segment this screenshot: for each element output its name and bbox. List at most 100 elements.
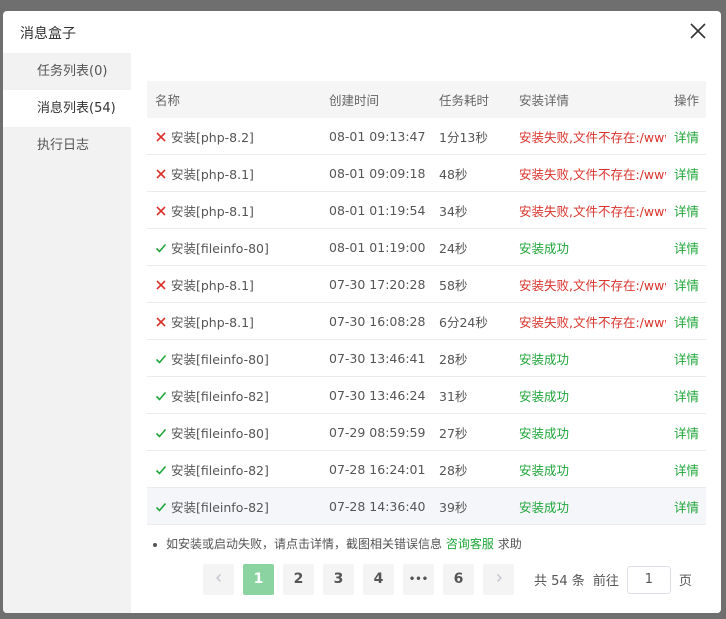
cell-duration: 24秒 bbox=[431, 228, 511, 266]
success-check-icon bbox=[155, 465, 167, 475]
cell-install-detail: 安装成功 bbox=[511, 376, 666, 414]
cell-action: 详情 bbox=[666, 302, 706, 340]
message-box-dialog: 消息盒子 任务列表(0) 消息列表(54) 执行日志 名称 创建时间 任务耗时 … bbox=[3, 11, 721, 613]
cell-duration: 31秒 bbox=[431, 376, 511, 414]
detail-link[interactable]: 详情 bbox=[674, 315, 699, 330]
cell-action: 详情 bbox=[666, 228, 706, 266]
cell-action: 详情 bbox=[666, 413, 706, 451]
column-header-action: 操作 bbox=[666, 81, 706, 118]
page-unit-label: 页 bbox=[678, 574, 692, 589]
table-row: 安装[php-8.1] 08-01 01:19:54 34秒 安装失败,文件不存在:/… bbox=[147, 191, 706, 229]
cell-duration: 58秒 bbox=[431, 265, 511, 303]
success-check-icon bbox=[155, 502, 167, 512]
task-name: 安装[php-8.1] bbox=[171, 166, 254, 182]
detail-link[interactable]: 详情 bbox=[674, 241, 699, 256]
main-panel: 名称 创建时间 任务耗时 安装详情 操作 安装[php-8.2] 08-01 09… bbox=[131, 53, 721, 613]
chevron-left-icon bbox=[215, 574, 221, 582]
cell-created-time: 08-01 09:09:18 bbox=[321, 154, 431, 192]
sidebar-item-execution-log[interactable]: 执行日志 bbox=[3, 127, 131, 164]
table-row: 安装[php-8.1] 07-30 17:20:28 58秒 安装失败,文件不存在:/… bbox=[147, 265, 706, 303]
page-1-button[interactable]: 1 bbox=[243, 564, 274, 595]
fail-x-icon bbox=[156, 279, 166, 290]
sidebar-item-task-list[interactable]: 任务列表(0) bbox=[3, 53, 131, 90]
cell-action: 详情 bbox=[666, 339, 706, 377]
cell-created-time: 07-30 13:46:24 bbox=[321, 376, 431, 414]
cell-created-time: 07-30 13:46:41 bbox=[321, 339, 431, 377]
bullet-dot bbox=[153, 542, 157, 547]
task-name: 安装[fileinfo-80] bbox=[171, 351, 269, 367]
goto-label: 前往 bbox=[592, 574, 619, 589]
next-page-button[interactable] bbox=[483, 564, 514, 595]
table-row: 安装[php-8.1] 07-30 16:08:28 6分24秒 安装失败,文件不存在… bbox=[147, 302, 706, 340]
cell-name: 安装[php-8.2] bbox=[147, 118, 321, 155]
cell-duration: 28秒 bbox=[431, 450, 511, 488]
detail-link[interactable]: 详情 bbox=[674, 500, 699, 515]
sidebar-item-message-list[interactable]: 消息列表(54) bbox=[3, 90, 131, 127]
table-row: 安装[fileinfo-82] 07-28 16:24:01 28秒 安装成功 详情 bbox=[147, 450, 706, 488]
cell-name: 安装[fileinfo-82] bbox=[147, 450, 321, 488]
table-row: 安装[php-8.1] 08-01 09:09:18 48秒 安装失败,文件不存在:/… bbox=[147, 154, 706, 192]
page-2-button[interactable]: 2 bbox=[283, 564, 314, 595]
task-name: 安装[fileinfo-82] bbox=[171, 462, 269, 478]
detail-link[interactable]: 详情 bbox=[674, 130, 699, 145]
detail-link[interactable]: 详情 bbox=[674, 167, 699, 182]
success-check-icon bbox=[155, 391, 167, 401]
task-name: 安装[fileinfo-82] bbox=[171, 499, 269, 515]
detail-link[interactable]: 详情 bbox=[674, 278, 699, 293]
table-row: 安装[fileinfo-82] 07-30 13:46:24 31秒 安装成功 详情 bbox=[147, 376, 706, 414]
cell-name: 安装[php-8.1] bbox=[147, 154, 321, 192]
cell-action: 详情 bbox=[666, 376, 706, 414]
detail-link[interactable]: 详情 bbox=[674, 426, 699, 441]
page-ellipsis-button[interactable]: ••• bbox=[403, 564, 434, 595]
cell-name: 安装[php-8.1] bbox=[147, 302, 321, 340]
task-name: 安装[php-8.1] bbox=[171, 314, 254, 330]
detail-link[interactable]: 详情 bbox=[674, 352, 699, 367]
cell-duration: 6分24秒 bbox=[431, 302, 511, 340]
column-header-install-detail: 安装详情 bbox=[511, 81, 666, 118]
dialog-title: 消息盒子 bbox=[20, 26, 76, 42]
detail-link[interactable]: 详情 bbox=[674, 463, 699, 478]
task-name: 安装[fileinfo-82] bbox=[171, 388, 269, 404]
success-check-icon bbox=[155, 428, 167, 438]
cell-install-detail: 安装成功 bbox=[511, 339, 666, 377]
page-6-button[interactable]: 6 bbox=[443, 564, 474, 595]
cell-action: 详情 bbox=[666, 265, 706, 303]
page-3-button[interactable]: 3 bbox=[323, 564, 354, 595]
contact-support-link[interactable]: 咨询客服 bbox=[446, 537, 494, 551]
page-jump-input[interactable] bbox=[626, 565, 671, 594]
cell-name: 安装[fileinfo-80] bbox=[147, 339, 321, 377]
cell-install-detail: 安装失败,文件不存在:/www bbox=[511, 118, 666, 155]
cell-name: 安装[php-8.1] bbox=[147, 191, 321, 229]
help-note: 如安装或启动失败，请点击详情，截图相关错误信息 咨询客服 求助 bbox=[153, 535, 522, 552]
cell-created-time: 08-01 01:19:00 bbox=[321, 228, 431, 266]
column-header-duration: 任务耗时 bbox=[431, 81, 511, 118]
dialog-header: 消息盒子 bbox=[3, 11, 721, 54]
detail-link[interactable]: 详情 bbox=[674, 389, 699, 404]
cell-name: 安装[fileinfo-80] bbox=[147, 228, 321, 266]
sidebar: 任务列表(0) 消息列表(54) 执行日志 bbox=[3, 53, 131, 613]
cell-install-detail: 安装失败,文件不存在:/www bbox=[511, 302, 666, 340]
message-table: 名称 创建时间 任务耗时 安装详情 操作 安装[php-8.2] 08-01 09… bbox=[147, 81, 706, 525]
detail-link[interactable]: 详情 bbox=[674, 204, 699, 219]
cell-install-detail: 安装失败,文件不存在:/www bbox=[511, 265, 666, 303]
close-icon[interactable] bbox=[687, 20, 709, 42]
cell-install-detail: 安装失败,文件不存在:/www bbox=[511, 191, 666, 229]
cell-duration: 39秒 bbox=[431, 487, 511, 525]
task-name: 安装[php-8.2] bbox=[171, 129, 254, 145]
success-check-icon bbox=[155, 354, 167, 364]
cell-created-time: 07-30 17:20:28 bbox=[321, 265, 431, 303]
cell-install-detail: 安装成功 bbox=[511, 228, 666, 266]
cell-name: 安装[fileinfo-82] bbox=[147, 376, 321, 414]
fail-x-icon bbox=[156, 131, 166, 142]
cell-duration: 34秒 bbox=[431, 191, 511, 229]
cell-created-time: 08-01 01:19:54 bbox=[321, 191, 431, 229]
prev-page-button[interactable] bbox=[203, 564, 234, 595]
cell-install-detail: 安装成功 bbox=[511, 450, 666, 488]
page-4-button[interactable]: 4 bbox=[363, 564, 394, 595]
cell-duration: 27秒 bbox=[431, 413, 511, 451]
cell-action: 详情 bbox=[666, 487, 706, 525]
cell-name: 安装[php-8.1] bbox=[147, 265, 321, 303]
task-name: 安装[php-8.1] bbox=[171, 203, 254, 219]
table-body: 安装[php-8.2] 08-01 09:13:47 1分13秒 安装失败,文件不存在… bbox=[147, 118, 706, 525]
table-row: 安装[fileinfo-82] 07-28 14:36:40 39秒 安装成功 详情 bbox=[147, 487, 706, 525]
